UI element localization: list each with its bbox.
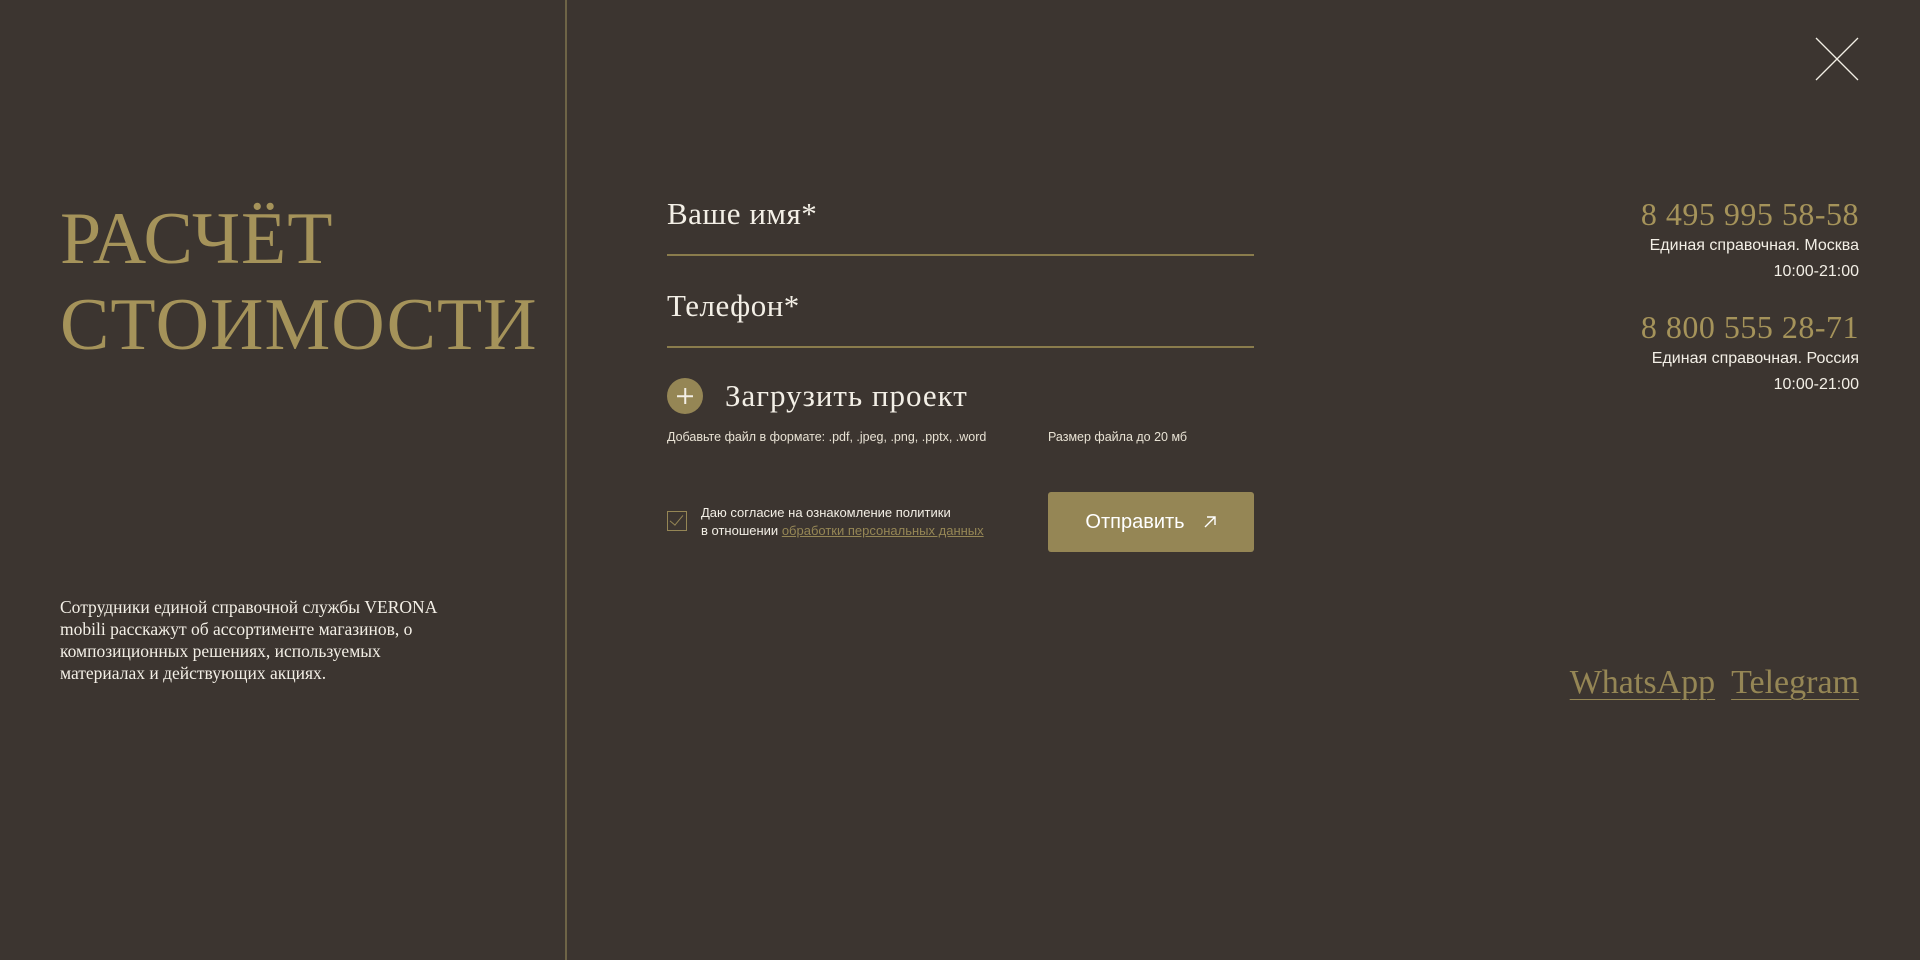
submit-button-label: Отправить xyxy=(1085,510,1185,533)
phone-moscow-link[interactable]: 8 495 995 58-58 xyxy=(1641,196,1859,233)
phone-field[interactable]: Телефон* xyxy=(667,282,1254,348)
contact-moscow-hours: 10:00-21:00 xyxy=(1773,263,1859,280)
submit-button[interactable]: Отправить xyxy=(1048,492,1254,552)
whatsapp-link[interactable]: WhatsApp xyxy=(1570,664,1715,702)
consent-block: Даю согласие на ознакомление политики в … xyxy=(667,504,984,540)
upload-project-label: Загрузить проект xyxy=(725,378,968,413)
left-panel: РАСЧЁТ СТОИМОСТИ Сотрудники единой справ… xyxy=(0,0,565,960)
cost-request-form: Ваше имя* Телефон* Загрузить проект Доба… xyxy=(667,190,1254,554)
consent-line-1: Даю согласие на ознакомление политики xyxy=(701,505,951,520)
upload-size-hint: Размер файла до 20 мб xyxy=(1048,430,1188,444)
vertical-divider xyxy=(565,0,567,960)
page-title: РАСЧЁТ СТОИМОСТИ xyxy=(60,196,538,368)
upload-project-button[interactable]: Загрузить проект xyxy=(667,378,968,414)
title-line-1: РАСЧЁТ xyxy=(60,198,334,280)
consent-text: Даю согласие на ознакомление политики в … xyxy=(701,504,984,540)
plus-icon xyxy=(667,378,703,414)
phone-input[interactable] xyxy=(667,282,1254,346)
name-input[interactable] xyxy=(667,190,1254,254)
contact-moscow-caption: Единая справочная. Москва xyxy=(1649,237,1859,254)
contact-russia-hours: 10:00-21:00 xyxy=(1773,376,1859,393)
privacy-policy-link[interactable]: обработки персональных данных xyxy=(782,523,984,538)
contact-russia: 8 800 555 28-71 Единая справочная. Росси… xyxy=(1641,309,1859,398)
upload-formats-hint: Добавьте файл в формате: .pdf, .jpeg, .p… xyxy=(667,430,987,444)
contacts-block: 8 495 995 58-58 Единая справочная. Москв… xyxy=(1641,196,1859,398)
messenger-links: WhatsApp Telegram xyxy=(1570,664,1859,702)
phone-russia-link[interactable]: 8 800 555 28-71 xyxy=(1641,309,1859,346)
arrow-up-right-icon xyxy=(1204,516,1216,528)
contact-russia-caption: Единая справочная. Россия xyxy=(1651,350,1859,367)
service-description: Сотрудники единой справочной службы VERO… xyxy=(60,597,437,683)
telegram-link[interactable]: Telegram xyxy=(1731,664,1859,702)
submit-row: Даю согласие на ознакомление политики в … xyxy=(667,492,1254,554)
upload-row: Загрузить проект xyxy=(667,378,1254,434)
consent-line-2-prefix: в отношении xyxy=(701,523,782,538)
upload-hints: Добавьте файл в формате: .pdf, .jpeg, .p… xyxy=(667,430,1254,450)
close-icon[interactable] xyxy=(1814,36,1860,82)
contact-moscow: 8 495 995 58-58 Единая справочная. Москв… xyxy=(1641,196,1859,285)
consent-checkbox[interactable] xyxy=(667,511,687,531)
name-field[interactable]: Ваше имя* xyxy=(667,190,1254,256)
title-line-2: СТОИМОСТИ xyxy=(60,284,538,366)
consent-line-2: в отношении обработки персональных данны… xyxy=(701,522,984,540)
